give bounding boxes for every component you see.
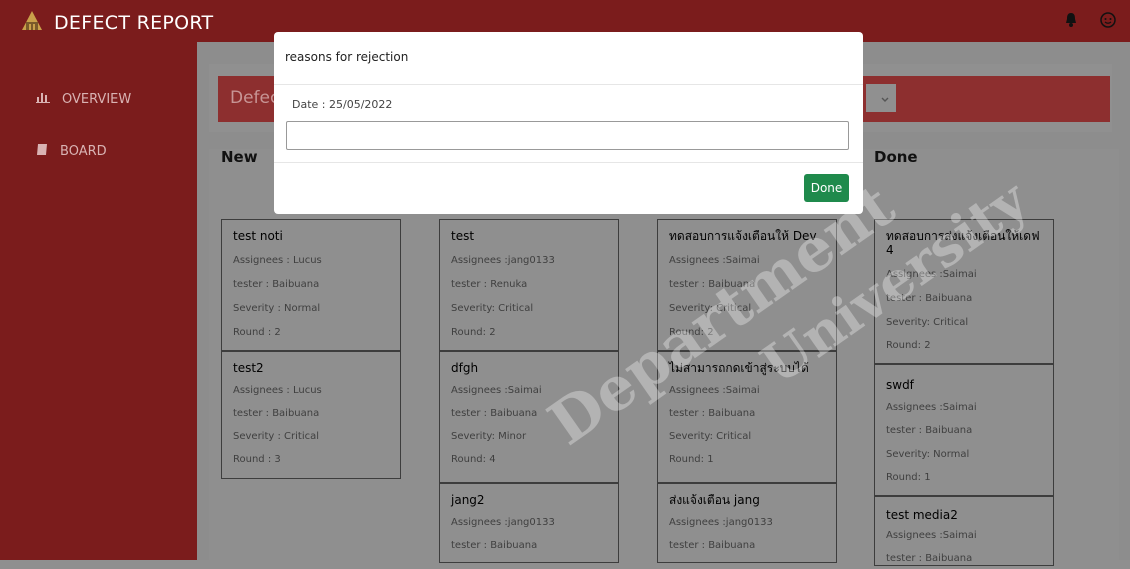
card-name: ทดสอบการแจ้งเตือนให้ Dev bbox=[669, 229, 817, 243]
card-name: jang2 bbox=[451, 493, 485, 507]
sidebar-item-label: OVERVIEW bbox=[62, 91, 132, 107]
card-severity: Severity : Critical bbox=[233, 431, 320, 442]
defect-card[interactable]: ทดสอบการแจ้งเตือนให้ Dev Assignees :Saim… bbox=[657, 219, 837, 351]
face-icon[interactable] bbox=[1100, 12, 1116, 32]
brand[interactable]: DEFECT REPORT bbox=[20, 10, 213, 36]
card-tester: tester : Baibuana bbox=[669, 279, 756, 290]
app-title: DEFECT REPORT bbox=[54, 12, 214, 34]
modal-footer: Done bbox=[274, 162, 863, 214]
card-tester: tester : Baibuana bbox=[233, 408, 320, 419]
card-assignees: Assignees :jang0133 bbox=[669, 517, 773, 528]
card-tester: tester : Renuka bbox=[451, 279, 528, 290]
bar-chart-icon bbox=[36, 91, 50, 107]
card-round: Round: 1 bbox=[886, 472, 931, 483]
card-round: Round: 4 bbox=[451, 454, 496, 465]
card-name: test bbox=[451, 229, 475, 243]
reason-input[interactable] bbox=[286, 121, 849, 150]
card-severity: Severity: Critical bbox=[669, 303, 752, 314]
card-assignees: Assignees : Lucus bbox=[233, 255, 322, 266]
column-title-done: Done bbox=[874, 148, 918, 166]
defect-card[interactable]: dfgh Assignees :Saimai tester : Baibuana… bbox=[439, 351, 619, 483]
card-round: Round : 3 bbox=[233, 454, 281, 465]
card-tester: tester : Baibuana bbox=[451, 540, 538, 551]
card-round: Round: 2 bbox=[886, 340, 931, 351]
project-select[interactable] bbox=[866, 84, 896, 112]
card-tester: tester : Baibuana bbox=[669, 408, 756, 419]
sidebar-item-overview[interactable]: OVERVIEW bbox=[36, 91, 131, 107]
card-assignees: Assignees :Saimai bbox=[886, 269, 977, 280]
card-tester: tester : Baibuana bbox=[451, 408, 538, 419]
defect-card[interactable]: test Assignees :jang0133 tester : Renuka… bbox=[439, 219, 619, 351]
defect-card[interactable]: jang2 Assignees :jang0133 tester : Baibu… bbox=[439, 483, 619, 563]
card-round: Round : 2 bbox=[233, 327, 281, 338]
defect-card[interactable]: test noti Assignees : Lucus tester : Bai… bbox=[221, 219, 401, 351]
card-assignees: Assignees :Saimai bbox=[451, 385, 542, 396]
card-round: Round: 1 bbox=[669, 454, 714, 465]
defect-card[interactable]: ทดสอบการส่งแจ้งเตือนให้เดฟ 4 Assignees :… bbox=[874, 219, 1054, 364]
card-assignees: Assignees :Saimai bbox=[886, 530, 977, 541]
card-tester: tester : Baibuana bbox=[886, 425, 973, 436]
defect-card[interactable]: ส่งแจ้งเตือน jang Assignees :jang0133 te… bbox=[657, 483, 837, 563]
sidebar-item-board[interactable]: BOARD bbox=[36, 143, 107, 160]
defect-card[interactable]: test2 Assignees : Lucus tester : Baibuan… bbox=[221, 351, 401, 479]
sidebar-item-label: BOARD bbox=[60, 144, 107, 159]
card-name: test noti bbox=[233, 229, 283, 243]
card-name: swdf bbox=[886, 378, 914, 392]
done-button[interactable]: Done bbox=[804, 174, 849, 202]
card-assignees: Assignees :Saimai bbox=[669, 385, 760, 396]
date-label: Date : 25/05/2022 bbox=[292, 98, 393, 111]
card-round: Round: 2 bbox=[669, 327, 714, 338]
card-tester: tester : Baibuana bbox=[669, 540, 756, 551]
card-severity: Severity: Critical bbox=[451, 303, 534, 314]
card-name: test media2 bbox=[886, 508, 958, 522]
card-name: dfgh bbox=[451, 361, 479, 375]
card-tester: tester : Baibuana bbox=[886, 293, 973, 304]
card-name: ส่งแจ้งเตือน jang bbox=[669, 493, 760, 507]
card-name: ไม่สามารถกดเข้าสู่ระบบได้ bbox=[669, 361, 809, 375]
sidebar: OVERVIEW BOARD bbox=[0, 42, 197, 560]
defect-card[interactable]: swdf Assignees :Saimai tester : Baibuana… bbox=[874, 364, 1054, 496]
modal-header: reasons for rejection bbox=[274, 32, 863, 85]
card-name: test2 bbox=[233, 361, 264, 375]
defect-card[interactable]: test media2 Assignees :Saimai tester : B… bbox=[874, 496, 1054, 566]
card-assignees: Assignees : Lucus bbox=[233, 385, 322, 396]
card-assignees: Assignees :jang0133 bbox=[451, 517, 555, 528]
rejection-modal: reasons for rejection Date : 25/05/2022 … bbox=[274, 32, 863, 214]
card-severity: Severity : Normal bbox=[233, 303, 321, 314]
card-name: ทดสอบการส่งแจ้งเตือนให้เดฟ 4 bbox=[886, 229, 1040, 257]
card-tester: tester : Baibuana bbox=[886, 553, 973, 564]
card-severity: Severity: Critical bbox=[669, 431, 752, 442]
card-assignees: Assignees :Saimai bbox=[669, 255, 760, 266]
building-logo-icon bbox=[20, 10, 44, 36]
card-tester: tester : Baibuana bbox=[233, 279, 320, 290]
modal-title: reasons for rejection bbox=[285, 50, 409, 64]
card-assignees: Assignees :Saimai bbox=[886, 402, 977, 413]
chevron-down-icon bbox=[880, 90, 890, 109]
card-severity: Severity: Critical bbox=[886, 317, 969, 328]
column-title-new: New bbox=[221, 148, 258, 166]
card-severity: Severity: Normal bbox=[886, 449, 970, 460]
bell-icon[interactable] bbox=[1064, 12, 1078, 32]
book-icon bbox=[36, 143, 48, 160]
card-round: Round: 2 bbox=[451, 327, 496, 338]
card-assignees: Assignees :jang0133 bbox=[451, 255, 555, 266]
defect-card[interactable]: ไม่สามารถกดเข้าสู่ระบบได้ Assignees :Sai… bbox=[657, 351, 837, 483]
card-severity: Severity: Minor bbox=[451, 431, 527, 442]
